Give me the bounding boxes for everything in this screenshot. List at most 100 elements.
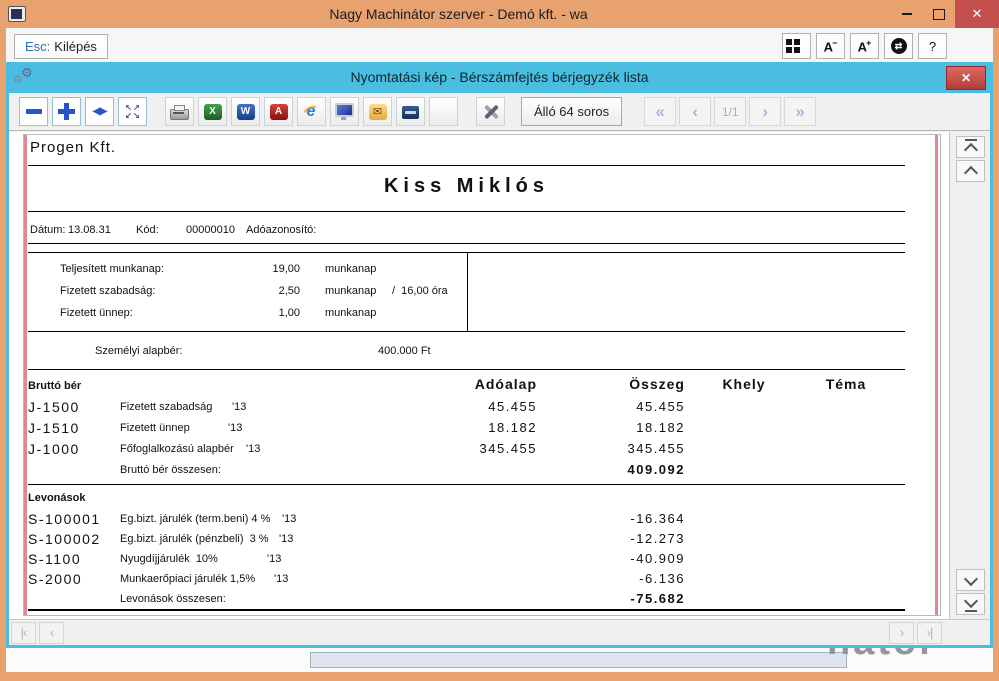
rule — [467, 252, 468, 332]
minimize-button[interactable] — [891, 0, 923, 28]
zoom-in-button[interactable] — [52, 97, 81, 126]
arrow-sw-icon: ↙ — [125, 112, 133, 120]
fit-page-button[interactable]: ↖ ↗ ↙ ↘ — [118, 97, 147, 126]
employee-name: Kiss Miklós — [28, 175, 905, 198]
font-decrease-button[interactable]: A− — [816, 33, 845, 59]
export-excel-button[interactable]: X — [198, 97, 227, 126]
screen-view-button[interactable] — [330, 97, 359, 126]
bottom-line-icon — [965, 610, 977, 612]
column-header-amount: Összeg — [565, 376, 685, 392]
scroll-down-button[interactable] — [956, 569, 985, 591]
deduction-row-code: S-2000 — [28, 571, 82, 587]
send-email-button[interactable]: ✉ — [363, 97, 392, 126]
mail-icon: ✉ — [369, 104, 387, 120]
tile-view-button[interactable] — [782, 33, 811, 59]
rule — [28, 609, 905, 611]
print-preview-dialog: ⚙ ⚙ Nyomtatási kép - Bérszámfejtés bérje… — [6, 62, 993, 648]
date-label: Dátum: — [30, 224, 65, 236]
empty-slot-button[interactable] — [429, 97, 458, 126]
export-word-button[interactable]: W — [231, 97, 260, 126]
switch-window-icon: ⇄ — [891, 38, 907, 54]
close-button[interactable]: ✕ — [955, 0, 999, 28]
vertical-scrollbar — [949, 132, 990, 619]
next-page-button[interactable]: › — [749, 97, 781, 126]
last-column-icon: ›| — [927, 625, 933, 640]
maximize-button[interactable] — [923, 0, 955, 28]
fit-width-icon: ◀▶ — [93, 106, 106, 117]
code-label: Kód: — [136, 224, 159, 236]
chevron-down-icon — [963, 594, 977, 608]
attendance-extra: / 16,00 óra — [392, 285, 448, 297]
last-page-button[interactable]: » — [784, 97, 816, 126]
export-html-button[interactable]: e — [297, 97, 326, 126]
zoom-out-icon — [26, 109, 42, 114]
chevron-up-icon — [963, 165, 977, 179]
date-value: 13.08.31 — [68, 224, 111, 236]
gross-row-amount: 18.182 — [595, 420, 685, 435]
first-column-button[interactable]: |‹ — [11, 622, 36, 644]
exit-button[interactable]: Esc: Kilépés — [14, 34, 108, 59]
gross-row-code: J-1500 — [28, 399, 80, 415]
font-increase-button[interactable]: A+ — [850, 33, 879, 59]
base-wage-label: Személyi alapbér: — [95, 345, 182, 357]
previous-page-button[interactable]: ‹ — [679, 97, 711, 126]
preview-toolbar: ◀▶ ↖ ↗ ↙ ↘ X W A e ✉ Álló 64 soros « ‹ — [9, 93, 990, 131]
page-layout-button[interactable]: Álló 64 soros — [521, 97, 622, 126]
grid-icon — [786, 39, 792, 45]
deduction-row-code: S-100002 — [28, 531, 101, 547]
exit-label: Kilépés — [54, 39, 97, 54]
settings-button[interactable] — [476, 97, 505, 126]
gross-row-desc: Főfoglalkozású alapbér — [120, 443, 234, 455]
previous-column-icon: ‹ — [50, 625, 53, 640]
gross-row-amount: 45.455 — [595, 399, 685, 414]
help-icon: ? — [929, 39, 936, 54]
preview-area: Progen Kft. Kiss Miklós Dátum: 13.08.31 … — [9, 132, 990, 619]
first-page-button[interactable]: « — [644, 97, 676, 126]
chevron-down-icon — [963, 571, 977, 585]
column-header-costcenter: Khely — [714, 376, 774, 392]
gross-row-base: 345.455 — [447, 441, 537, 456]
fit-width-button[interactable]: ◀▶ — [85, 97, 114, 126]
left-nav-group: |‹ ‹ — [11, 622, 64, 644]
machinator-watermark: nátor — [827, 648, 987, 661]
deduction-row-amount: -12.273 — [595, 531, 685, 546]
close-icon: ✕ — [961, 71, 971, 85]
attendance-unit: munkanap — [325, 307, 376, 319]
window-titlebar: Nagy Machinátor szerver - Demó kft. - wa… — [0, 0, 999, 28]
right-nav-group: › ›| — [889, 622, 942, 644]
next-column-button[interactable]: › — [889, 622, 914, 644]
monitor-icon — [335, 103, 354, 117]
archive-button[interactable] — [396, 97, 425, 126]
rule — [28, 243, 905, 244]
attendance-label: Fizetett szabadság: — [60, 285, 155, 297]
zoom-out-button[interactable] — [19, 97, 48, 126]
gross-row-amount: 345.455 — [595, 441, 685, 456]
scroll-to-top-button[interactable] — [956, 136, 985, 158]
scroll-to-bottom-button[interactable] — [956, 593, 985, 615]
help-button[interactable]: ? — [918, 33, 947, 59]
printer-icon — [170, 109, 189, 120]
switch-window-button[interactable]: ⇄ — [884, 33, 913, 59]
gross-row-desc: Fizetett ünnep — [120, 422, 190, 434]
dialog-titlebar: ⚙ ⚙ Nyomtatási kép - Bérszámfejtés bérje… — [9, 65, 990, 93]
background-app-strip: nátor — [6, 648, 993, 672]
scroll-up-button[interactable] — [956, 160, 985, 182]
attendance-unit: munkanap — [325, 285, 376, 297]
chevron-up-icon — [963, 143, 977, 157]
deduction-row-amount: -6.136 — [595, 571, 685, 586]
gross-row-year: '13 — [232, 401, 246, 413]
window-frame-bottom — [0, 672, 999, 681]
last-column-button[interactable]: ›| — [917, 622, 942, 644]
print-button[interactable] — [165, 97, 194, 126]
first-page-icon: « — [655, 102, 664, 122]
app-toolbar: Esc: Kilépés A− A+ ⇄ ? — [6, 28, 993, 62]
gross-row-base: 18.182 — [447, 420, 537, 435]
dialog-close-button[interactable]: ✕ — [946, 66, 986, 90]
deduction-row-year: '13 — [279, 533, 293, 545]
exit-key-label: Esc: — [25, 39, 50, 54]
export-pdf-button[interactable]: A — [264, 97, 293, 126]
font-decrease-icon: A− — [824, 38, 838, 54]
excel-icon: X — [204, 104, 222, 120]
previous-column-button[interactable]: ‹ — [39, 622, 64, 644]
deduction-row-code: S-1100 — [28, 551, 81, 567]
